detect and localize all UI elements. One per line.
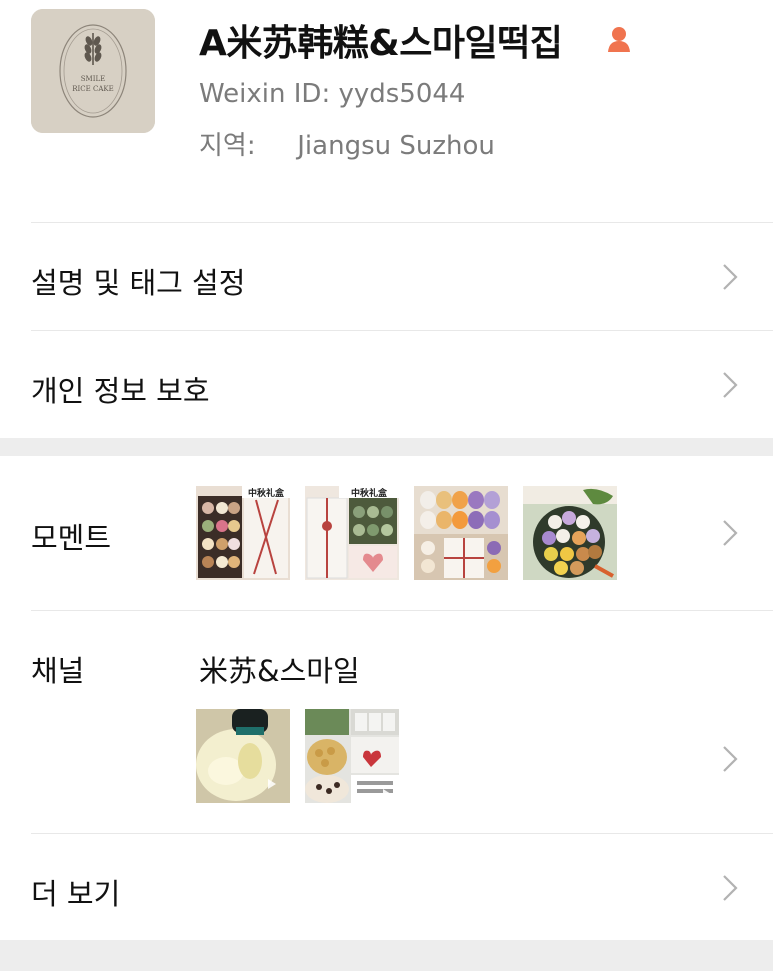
moment-image: 中秋礼盒 bbox=[196, 486, 290, 580]
row-privacy[interactable]: 개인 정보 보호 bbox=[0, 331, 773, 438]
chevron-right-icon bbox=[723, 264, 738, 290]
row-tags[interactable]: 설명 및 태그 설정 bbox=[0, 223, 773, 330]
chevron-right-icon bbox=[723, 875, 738, 901]
moment-thumb[interactable]: 中秋礼盒 bbox=[196, 486, 290, 580]
tags-label: 설명 및 태그 설정 bbox=[31, 266, 246, 300]
row-more[interactable]: 더 보기 bbox=[0, 834, 773, 940]
svg-text:中秋礼盒: 中秋礼盒 bbox=[351, 487, 388, 499]
channel-video-thumb[interactable] bbox=[305, 709, 399, 803]
moment-image bbox=[414, 486, 508, 580]
region: 지역: Jiangsu Suzhou bbox=[199, 125, 495, 162]
chevron-right-icon bbox=[723, 372, 738, 398]
moment-image bbox=[523, 486, 617, 580]
gender-female-icon bbox=[608, 27, 630, 52]
more-label: 더 보기 bbox=[31, 877, 121, 911]
moment-image: 中秋礼盒 bbox=[305, 486, 399, 580]
channel-label: 채널 bbox=[31, 654, 85, 688]
region-label: 지역: bbox=[199, 131, 256, 161]
channel-video-thumb[interactable] bbox=[196, 709, 290, 803]
privacy-label: 개인 정보 보호 bbox=[31, 374, 210, 408]
section-gap bbox=[0, 940, 773, 971]
channel-video-image bbox=[196, 709, 290, 803]
section-gap bbox=[0, 438, 773, 456]
weixin-id: Weixin ID: yyds5044 bbox=[199, 79, 466, 109]
moment-thumb[interactable]: 中秋礼盒 bbox=[305, 486, 399, 580]
svg-text:中秋礼盒: 中秋礼盒 bbox=[248, 487, 285, 499]
avatar-logo: SMILE RICE CAKE bbox=[31, 9, 155, 133]
region-value: Jiangsu Suzhou bbox=[297, 131, 495, 161]
svg-text:SMILE: SMILE bbox=[81, 75, 106, 83]
row-channel[interactable]: 채널 bbox=[0, 611, 773, 833]
profile-avatar[interactable]: SMILE RICE CAKE bbox=[31, 9, 155, 133]
chevron-right-icon bbox=[723, 746, 738, 772]
channel-name: 米苏&스마일 bbox=[199, 654, 360, 688]
channel-video-image bbox=[305, 709, 399, 803]
chevron-right-icon bbox=[723, 520, 738, 546]
moment-thumb[interactable] bbox=[414, 486, 508, 580]
svg-text:RICE CAKE: RICE CAKE bbox=[72, 85, 113, 93]
moment-thumb[interactable] bbox=[523, 486, 617, 580]
row-moments[interactable]: 모멘트 中秋礼盒 中秋礼盒 bbox=[0, 456, 773, 610]
moments-label: 모멘트 bbox=[31, 521, 112, 555]
profile-header: SMILE RICE CAKE A米苏韩糕&스마일떡집 Weixin ID: y… bbox=[0, 0, 773, 222]
profile-name: A米苏韩糕&스마일떡집 bbox=[199, 23, 563, 64]
